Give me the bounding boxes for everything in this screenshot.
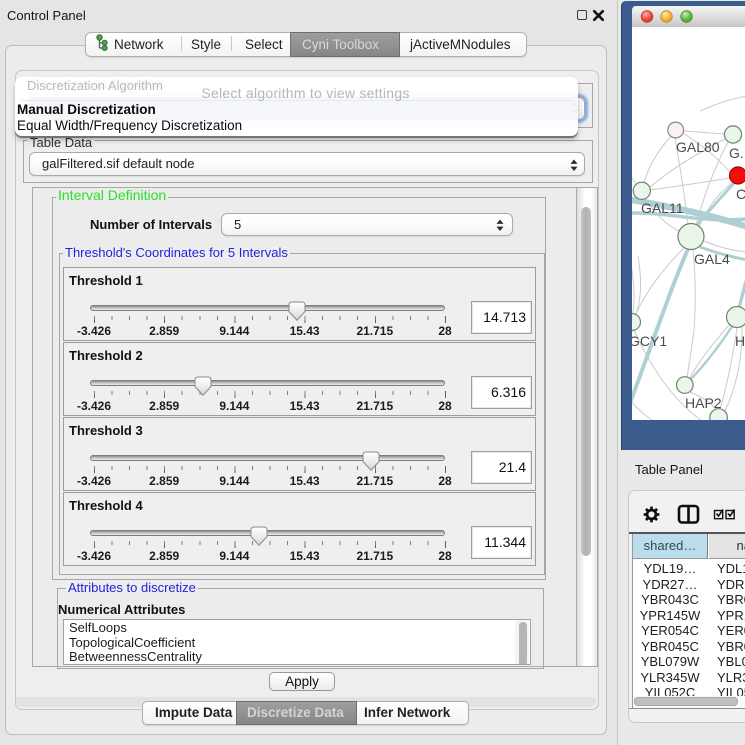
svg-text:HAP2: HAP2 xyxy=(685,395,722,411)
svg-text:G.: G. xyxy=(729,145,744,161)
svg-text:C: C xyxy=(736,186,745,202)
svg-text:H: H xyxy=(735,333,745,349)
svg-text:GAL4: GAL4 xyxy=(694,251,730,267)
svg-text:GAL11: GAL11 xyxy=(641,200,684,216)
svg-text:GAL80: GAL80 xyxy=(676,139,720,155)
svg-text:GCY1: GCY1 xyxy=(632,333,667,349)
